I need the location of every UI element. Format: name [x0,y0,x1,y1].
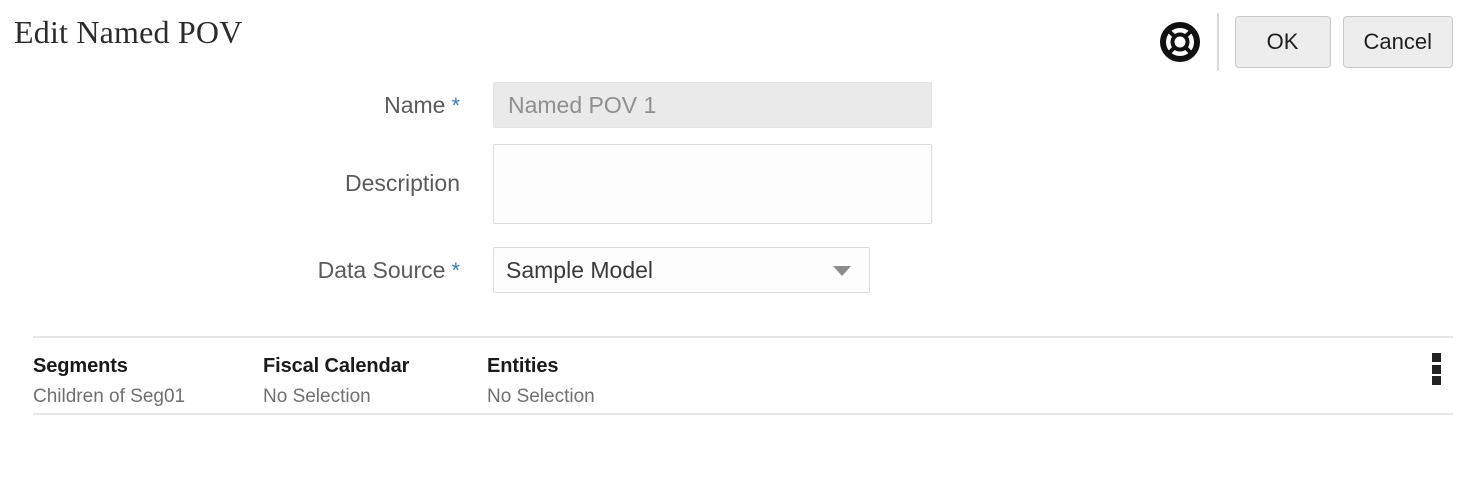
column-header: Fiscal Calendar [263,355,410,377]
header-divider [1216,13,1219,71]
name-label: Name [384,92,446,118]
data-source-selected-value: Sample Model [506,257,654,283]
data-source-label: Data Source [317,257,446,283]
kebab-dot [1430,375,1442,386]
data-source-required-asterisk: * [451,258,460,283]
description-textarea[interactable] [493,144,932,224]
data-source-label-wrap: Data Source * [60,257,460,284]
data-source-select[interactable]: Sample Model [493,247,870,293]
cancel-button[interactable]: Cancel [1342,16,1453,68]
table-column-segments[interactable]: Segments Children of Seg01 [33,355,185,408]
pov-segment-table: Segments Children of Seg01 Fiscal Calend… [33,336,1453,415]
name-label-wrap: Name * [60,92,460,119]
chevron-down-icon[interactable] [833,266,851,276]
description-label: Description [344,170,460,196]
table-column-entities[interactable]: Entities No Selection [487,355,595,408]
column-header: Entities [487,355,559,377]
column-header: Segments [33,355,128,377]
description-label-wrap: Description [60,170,460,197]
column-value: No Selection [487,386,595,407]
kebab-menu-icon[interactable] [1428,352,1444,386]
column-value: No Selection [263,386,371,407]
kebab-dot [1430,352,1442,363]
help-ring-icon[interactable] [1159,21,1201,63]
header-actions: OK Cancel [1159,13,1453,71]
name-required-asterisk: * [451,93,460,118]
kebab-dot [1430,363,1442,375]
dialog-header: Edit Named POV OK Cancel [0,0,1471,82]
page-title: Edit Named POV [14,14,243,50]
column-value: Children of Seg01 [33,386,186,407]
name-input[interactable] [493,82,932,128]
table-column-fiscal-calendar[interactable]: Fiscal Calendar No Selection [263,355,409,408]
ok-button[interactable]: OK [1234,16,1331,68]
